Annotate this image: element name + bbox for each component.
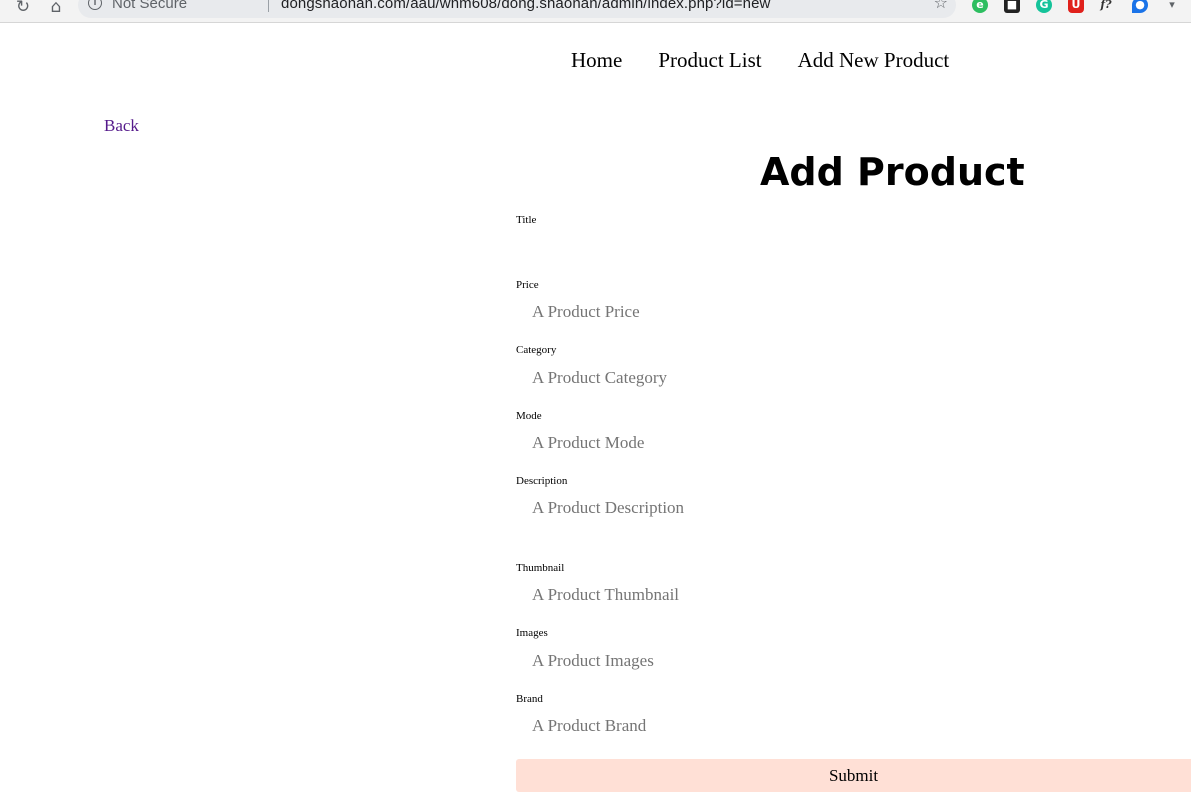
- bookmark-icon[interactable]: ▾: [1164, 0, 1180, 13]
- shield-extension-icon[interactable]: U: [1068, 0, 1084, 13]
- main-nav: Home Product List Add New Product: [571, 48, 985, 73]
- back-link[interactable]: Back: [104, 116, 139, 136]
- extension-icon[interactable]: ■: [1004, 0, 1020, 13]
- nav-add-new-product-link[interactable]: Add New Product: [798, 48, 950, 72]
- evernote-extension-icon[interactable]: e: [972, 0, 988, 13]
- title-label: Title: [516, 214, 537, 226]
- address-divider: [268, 0, 269, 12]
- location-extension-icon[interactable]: ●: [1132, 0, 1148, 13]
- home-icon[interactable]: ⌂: [45, 0, 67, 18]
- description-input[interactable]: [516, 494, 1191, 522]
- page-title: Add Product: [760, 150, 1025, 194]
- info-icon[interactable]: i: [88, 0, 102, 10]
- url-text[interactable]: dongshaonan.com/aau/wnm608/dong.shaonan/…: [281, 0, 770, 12]
- title-input[interactable]: [516, 233, 1191, 261]
- category-input[interactable]: [516, 364, 1191, 392]
- nav-product-list-link[interactable]: Product List: [658, 48, 761, 72]
- grammarly-extension-icon[interactable]: G: [1036, 0, 1052, 13]
- mode-input[interactable]: [516, 429, 1191, 457]
- address-bar[interactable]: i Not Secure dongshaonan.com/aau/wnm608/…: [78, 0, 956, 18]
- price-label: Price: [516, 279, 539, 291]
- brand-input[interactable]: [516, 712, 1191, 740]
- nav-home-link[interactable]: Home: [571, 48, 622, 72]
- images-input[interactable]: [516, 647, 1191, 675]
- price-input[interactable]: [516, 298, 1191, 326]
- thumbnail-label: Thumbnail: [516, 562, 565, 574]
- mode-label: Mode: [516, 410, 542, 422]
- reload-icon[interactable]: ↻: [12, 0, 34, 18]
- security-label: Not Secure: [112, 0, 188, 12]
- images-label: Images: [516, 627, 548, 639]
- brand-label: Brand: [516, 693, 543, 705]
- font-extension-icon[interactable]: f?: [1098, 0, 1114, 13]
- description-label: Description: [516, 475, 568, 487]
- submit-button[interactable]: Submit: [516, 759, 1191, 792]
- bookmark-star-icon[interactable]: ☆: [934, 0, 948, 12]
- browser-toolbar: ↻ ⌂ i Not Secure dongshaonan.com/aau/wnm…: [0, 0, 1191, 23]
- category-label: Category: [516, 344, 557, 356]
- thumbnail-input[interactable]: [516, 581, 1191, 609]
